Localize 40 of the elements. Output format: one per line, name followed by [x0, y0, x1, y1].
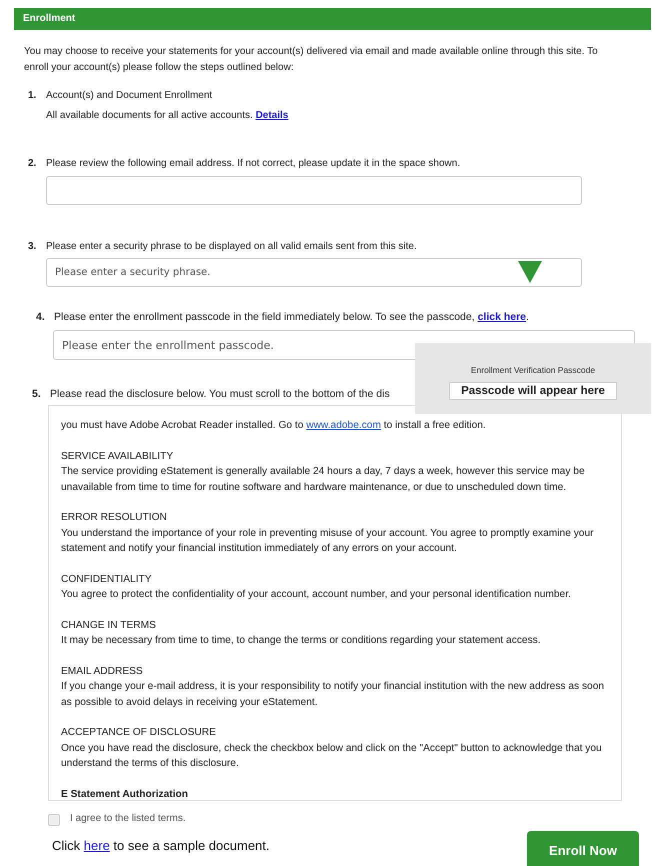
step-title: Account(s) and Document Enrollment	[46, 90, 212, 102]
sample-text: Click here to see a sample document.	[52, 838, 270, 854]
section-text: If you change your e-mail address, it is your responsibility to notify your financial institution with the new address as soon as possible to avoid delays in receiving your eStatement.	[61, 680, 606, 710]
step-number: 2.	[28, 158, 38, 170]
step-number: 1.	[28, 90, 38, 102]
checkbox-label: I agree to the listed terms.	[70, 813, 186, 826]
adobe-link[interactable]: www.adobe.com	[306, 420, 381, 432]
step-number: 5.	[32, 388, 42, 402]
section-heading: CHANGE IN TERMS	[61, 618, 157, 633]
section-heading: SERVICE AVAILABILITY	[61, 450, 174, 464]
details-link[interactable]: Details	[256, 110, 288, 120]
section-text: Once you have read the disclosure, check the checkbox below and click on the "Accept" button to acknowledge that you understand the terms of this disclosure.	[61, 742, 603, 772]
passcode-display: Passcode will appear here	[449, 382, 617, 400]
checkbox[interactable]	[48, 814, 60, 826]
section-text: You understand the importance of your role in preventing misuse of your account. You agree to promptly examine your statement and notify your financial institution immediately of any errors on your account.	[61, 526, 595, 556]
text-field[interactable]: Please enter a security phrase.	[46, 258, 582, 287]
text-field[interactable]	[46, 176, 582, 204]
step-number: 4.	[36, 311, 46, 324]
step-title: Please read the disclosure below. You must scroll to the bottom of the dis	[50, 388, 390, 402]
sample-link[interactable]: here	[84, 838, 110, 853]
passcode-link[interactable]: click here	[478, 311, 526, 323]
step-number: 3.	[28, 240, 38, 253]
section-heading: ACCEPTANCE OF DISCLOSURE	[61, 726, 217, 740]
section-heading: E Statement Authorization	[61, 788, 189, 800]
section-text: You agree to protect the confidentiality of your account, account number, and your personal identification number.	[61, 588, 572, 602]
section-text: The service providing eStatement is generally available 24 hours a day, 7 days a week, however this service may be unavailable from time to time for routine software and hardware maintenance, or due to unscheduled down time.	[61, 465, 586, 495]
enroll-now-button[interactable]: Enroll Now	[527, 831, 639, 866]
section-heading: EMAIL ADDRESS	[61, 664, 144, 679]
step-title: Please enter a security phrase to be displayed on all valid emails sent from this site.	[46, 240, 417, 253]
section-text: It may be necessary from time to time, to change the terms or conditions regarding your statement access.	[61, 634, 542, 648]
panel-title: Enrollment Verification Passcode	[470, 365, 596, 376]
header-title: Enrollment	[14, 8, 651, 30]
step-text: Please enter the enrollment passcode in the field immediately below. To see the passcode, click here.	[54, 311, 529, 324]
intro-text: You may choose to receive your statements for your account(s) delivered via email and made available online through this site. To enroll your account(s) please follow the steps outlined below:	[24, 45, 599, 75]
section-heading: ERROR RESOLUTION	[61, 511, 168, 526]
step-description: All available documents for all active accounts. Details	[46, 110, 290, 122]
section-heading: CONFIDENTIALITY	[61, 572, 153, 587]
disclosure-text: you must have Adobe Acrobat Reader installed. Go to www.adobe.com to install a free edition.	[61, 419, 487, 434]
triangle-pointer-icon	[518, 261, 542, 283]
step-title: Please review the following email address. If not correct, please update it in the space shown.	[46, 158, 460, 170]
